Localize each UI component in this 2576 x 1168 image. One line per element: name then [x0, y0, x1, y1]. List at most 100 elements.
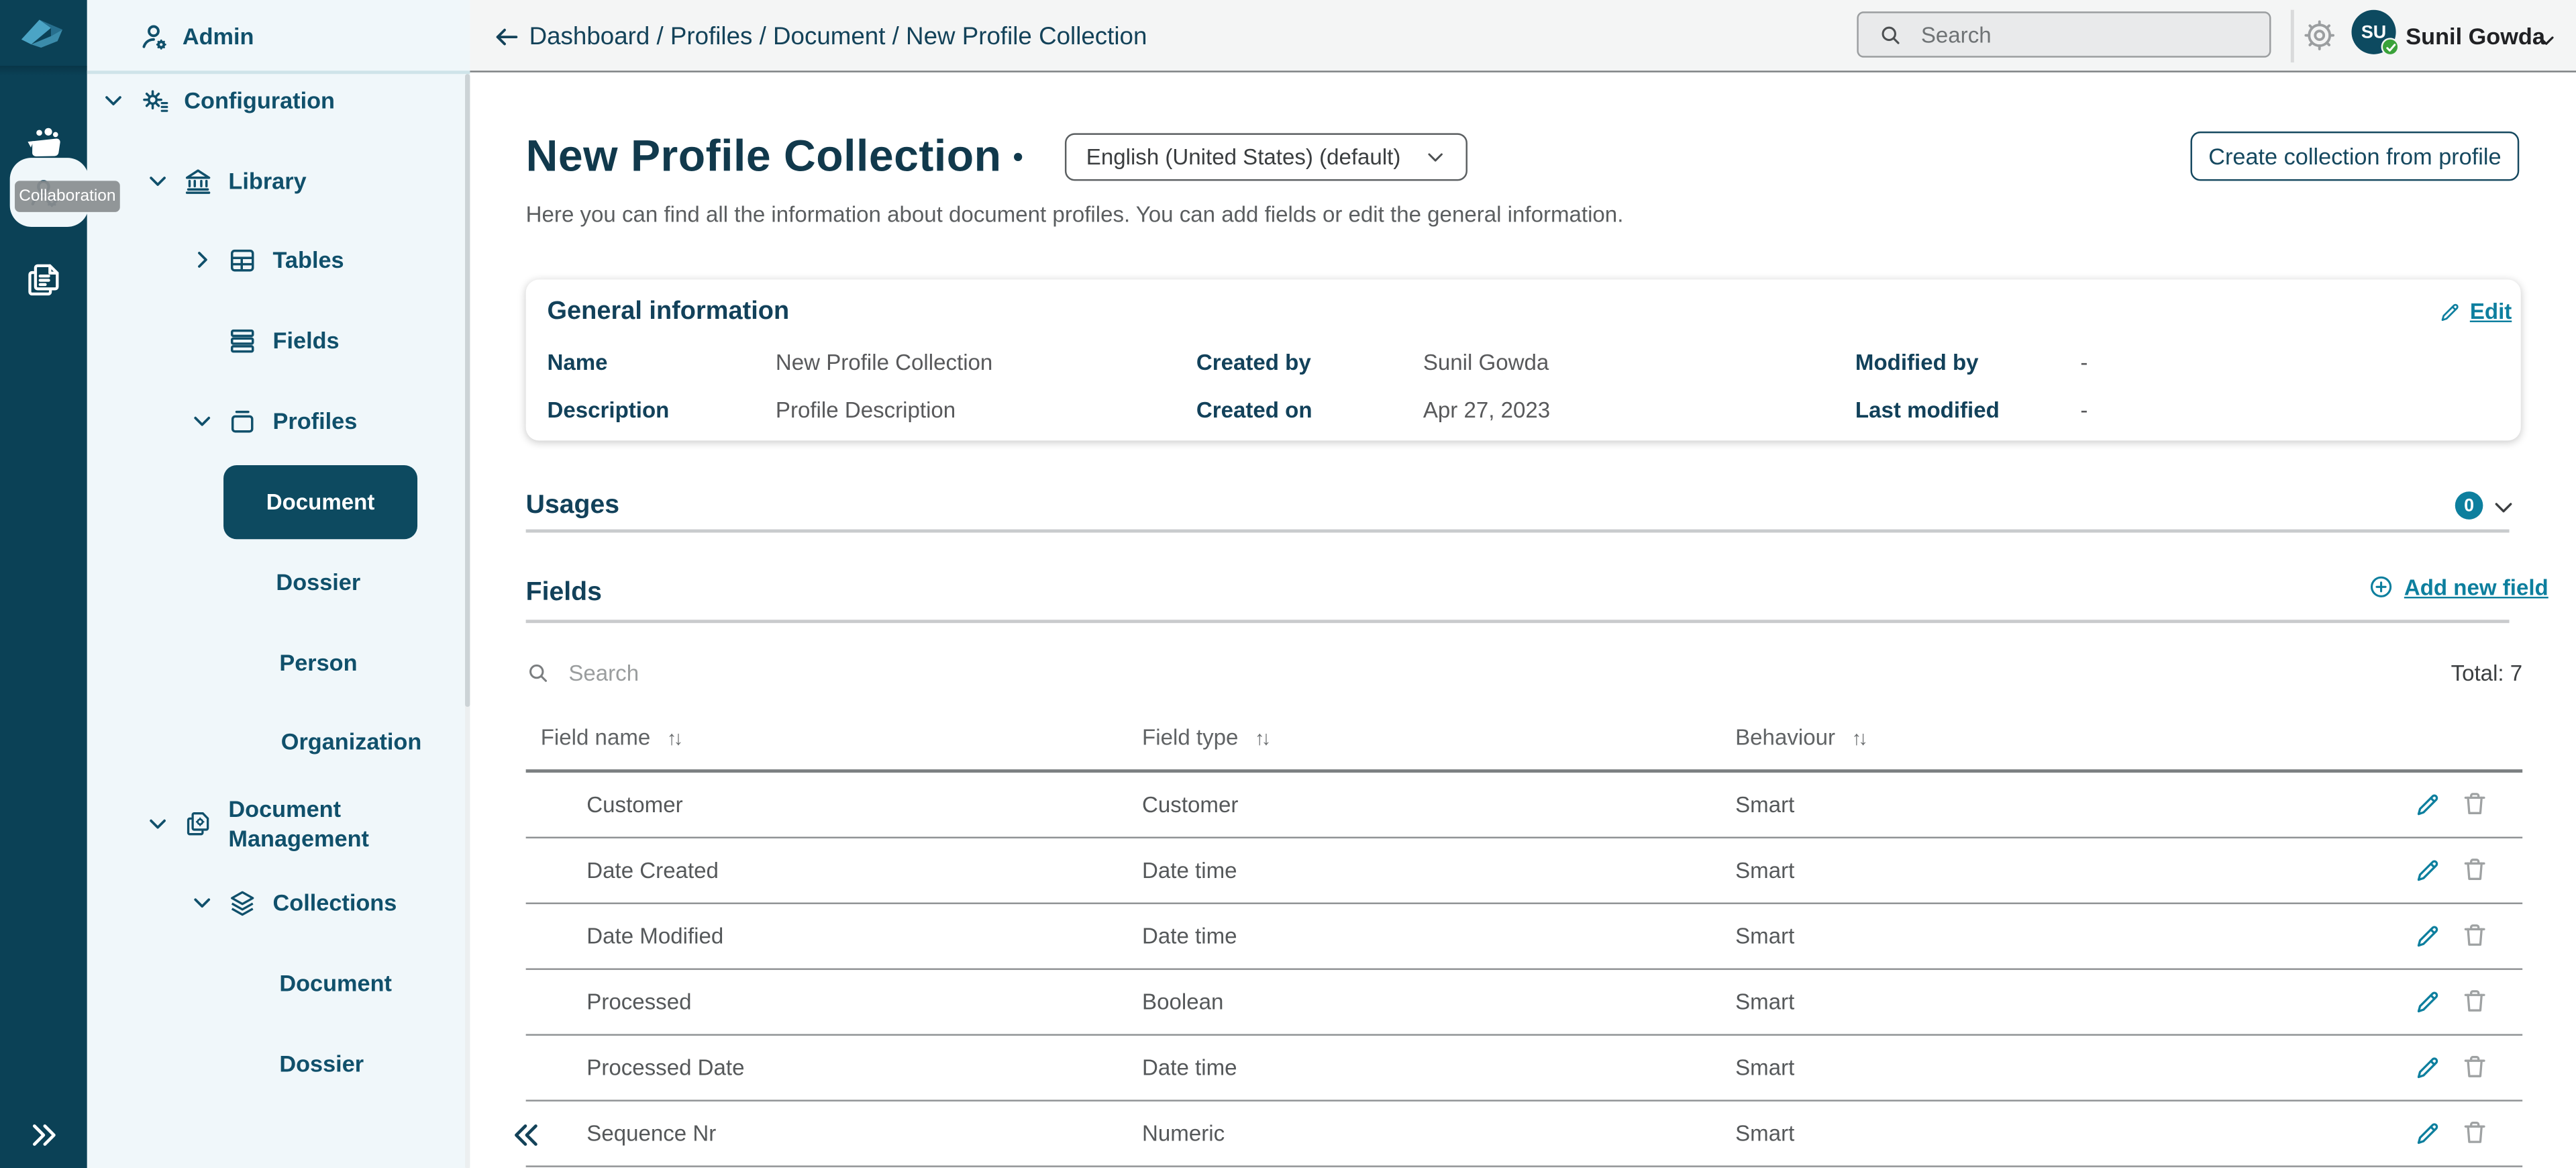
chevron-down-icon[interactable] [191, 409, 213, 432]
table-row[interactable]: Processed Boolean Smart [525, 970, 2523, 1036]
sidebar-item-collections-dossier[interactable]: Dossier [279, 1042, 364, 1085]
sidebar-item-configuration[interactable]: Configuration [102, 79, 335, 122]
column-label: Behaviour [1735, 725, 1836, 750]
icon-rail: Collaboration [0, 0, 120, 1168]
sidebar-item-collections-document[interactable]: Document [279, 962, 392, 1005]
sidebar-item-document-active[interactable]: Document [223, 465, 418, 540]
sidebar-item-label: Document [279, 969, 392, 997]
fields-total: Total: 7 [2451, 660, 2523, 685]
sort-icon[interactable]: ↑↓ [667, 726, 683, 748]
chevron-down-icon [1425, 146, 1446, 168]
gi-created-by-label: Created by [1196, 350, 1311, 375]
sidebar-item-library[interactable]: Library [146, 160, 307, 203]
sidebar-scrollbar-thumb[interactable] [464, 74, 470, 708]
delete-row-icon[interactable] [2460, 920, 2489, 950]
sort-icon[interactable]: ↑↓ [1852, 726, 1868, 748]
sidebar: Admin Configuration Library Tables Field… [87, 0, 537, 1168]
global-search[interactable] [1857, 11, 2271, 58]
global-search-input[interactable] [1917, 20, 2253, 49]
back-arrow-icon[interactable] [493, 23, 521, 51]
edit-row-icon[interactable] [2414, 1054, 2442, 1082]
sidebar-item-document-management[interactable]: Document Management [146, 795, 399, 852]
edit-label: Edit [2469, 299, 2512, 324]
presence-online-icon [2381, 38, 2400, 56]
delete-row-icon[interactable] [2460, 1118, 2489, 1147]
sidebar-item-profiles[interactable]: Profiles [191, 399, 357, 442]
usages-expand-chevron-icon[interactable] [2491, 495, 2516, 520]
edit-row-icon[interactable] [2414, 791, 2442, 819]
gi-description-value: Profile Description [775, 397, 956, 423]
chevron-right-icon[interactable] [191, 248, 213, 271]
fields-table-body: Customer Customer Smart Date Created Dat… [525, 773, 2523, 1167]
edit-link[interactable]: Edit [2438, 299, 2512, 324]
chevron-down-icon[interactable] [146, 169, 169, 192]
search-icon [526, 660, 551, 685]
delete-row-icon[interactable] [2460, 855, 2489, 884]
configuration-icon [140, 85, 171, 116]
column-label: Field type [1142, 725, 1239, 750]
column-header-field-type[interactable]: Field type ↑↓ [1142, 725, 1271, 750]
usages-title: Usages [525, 491, 620, 520]
gi-created-on-value: Apr 27, 2023 [1423, 397, 1551, 423]
delete-row-icon[interactable] [2460, 789, 2489, 819]
chevron-down-icon[interactable] [102, 89, 125, 111]
edit-row-icon[interactable] [2414, 1120, 2442, 1148]
language-select[interactable]: English (United States) (default) [1064, 133, 1467, 181]
expand-rail-icon[interactable] [28, 1120, 60, 1151]
fields-search[interactable] [526, 646, 2005, 698]
app-logo-icon[interactable] [18, 13, 67, 56]
sort-icon[interactable]: ↑↓ [1255, 726, 1271, 748]
sidebar-item-label: Collections [272, 889, 397, 916]
chevron-down-icon[interactable] [146, 812, 169, 835]
topbar-divider [2290, 9, 2294, 63]
sidebar-item-tables[interactable]: Tables [191, 238, 344, 281]
documents-icon[interactable] [23, 260, 64, 301]
table-row[interactable]: Date Created Date time Smart [525, 838, 2523, 904]
collaboration-tooltip: Collaboration [15, 181, 120, 212]
cell-field-name: Processed [586, 989, 692, 1015]
sidebar-item-label: Tables [272, 246, 344, 273]
fields-search-input[interactable] [565, 658, 1229, 687]
table-row[interactable]: Processed Date Date time Smart [525, 1036, 2523, 1102]
cell-field-name: Customer [586, 792, 683, 818]
delete-row-icon[interactable] [2460, 1052, 2489, 1081]
chevron-down-icon[interactable] [191, 891, 213, 914]
fields-icon [227, 325, 258, 356]
user-menu-chevron-icon[interactable] [2536, 30, 2557, 51]
delete-row-icon[interactable] [2460, 986, 2489, 1016]
gi-modified-by-label: Modified by [1855, 350, 1979, 375]
gi-name-label: Name [547, 350, 608, 375]
settings-gear-icon[interactable] [2302, 18, 2336, 52]
gi-description-label: Description [547, 397, 670, 423]
language-select-value: English (United States) (default) [1086, 144, 1401, 170]
sidebar-item-fields[interactable]: Fields [227, 319, 340, 362]
search-icon [1878, 22, 1903, 47]
table-row[interactable]: Customer Customer Smart [525, 773, 2523, 838]
cell-field-type: Date time [1142, 858, 1237, 883]
sidebar-item-dossier[interactable]: Dossier [276, 561, 360, 603]
edit-row-icon[interactable] [2414, 922, 2442, 951]
usages-divider [525, 529, 2510, 533]
breadcrumb[interactable]: Dashboard / Profiles / Document / New Pr… [529, 0, 1147, 72]
plus-circle-icon [2368, 574, 2394, 600]
edit-row-icon[interactable] [2414, 857, 2442, 885]
cell-field-type: Boolean [1142, 989, 1224, 1015]
add-new-field-link[interactable]: Add new field [2368, 574, 2548, 600]
column-header-behaviour[interactable]: Behaviour ↑↓ [1735, 725, 1868, 750]
sidebar-item-collections[interactable]: Collections [191, 881, 397, 924]
table-row[interactable]: Date Modified Date time Smart [525, 904, 2523, 970]
sidebar-divider [87, 70, 470, 73]
sidebar-item-organization[interactable]: Organization [281, 720, 422, 763]
document-management-icon [183, 808, 214, 840]
sidebar-item-admin[interactable]: Admin [138, 15, 254, 58]
page-subtitle: Here you can find all the information ab… [525, 202, 1624, 227]
column-header-field-name[interactable]: Field name ↑↓ [541, 725, 684, 750]
cell-field-type: Numeric [1142, 1121, 1225, 1146]
sidebar-item-person[interactable]: Person [279, 641, 357, 684]
user-name[interactable]: Sunil Gowda [2406, 0, 2545, 72]
edit-row-icon[interactable] [2414, 988, 2442, 1016]
table-row[interactable]: Sequence Nr Numeric Smart [525, 1102, 2523, 1167]
create-collection-button[interactable]: Create collection from profile [2190, 131, 2520, 181]
sidebar-item-label: Dossier [276, 569, 361, 595]
general-information-card: General information Edit Name New Profil… [525, 279, 2521, 441]
